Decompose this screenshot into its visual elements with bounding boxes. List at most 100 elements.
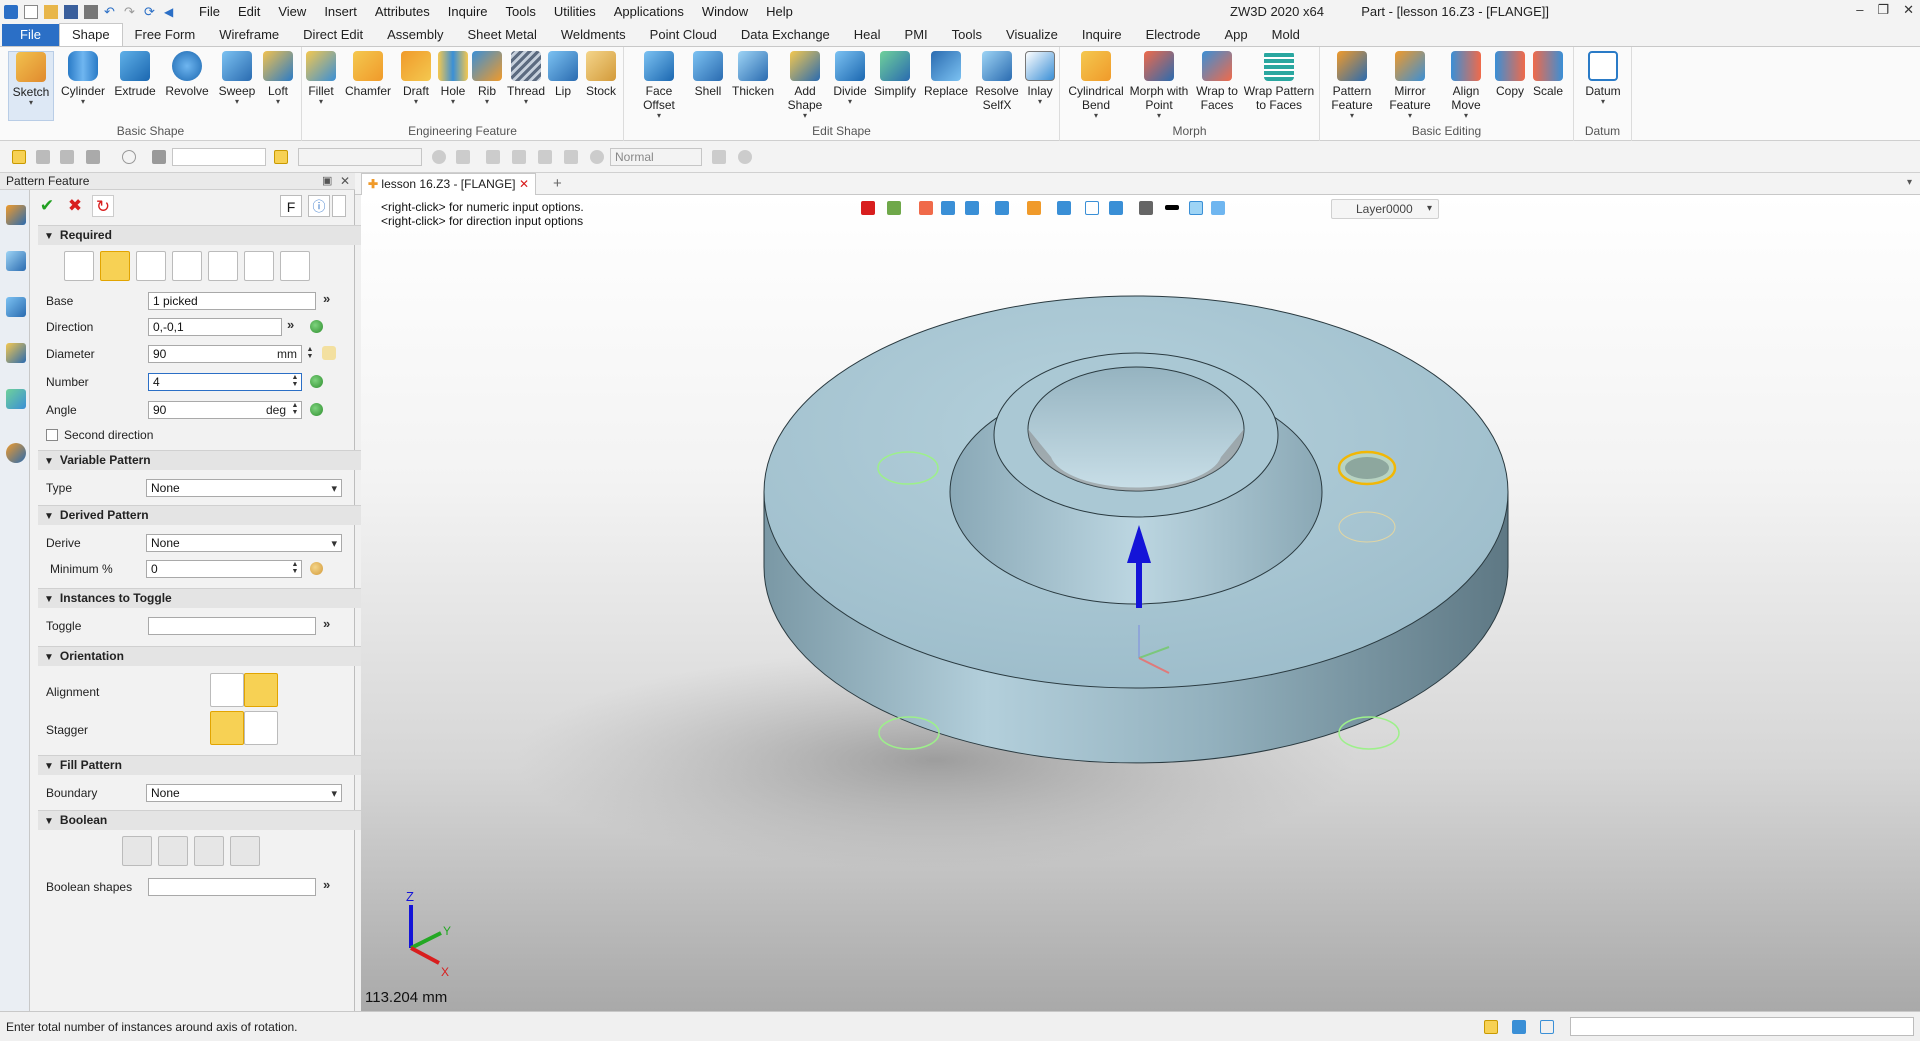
lip-button[interactable]: Lip [548, 51, 578, 98]
menu-attributes[interactable]: Attributes [366, 0, 439, 24]
line-icon[interactable] [60, 150, 74, 164]
section-boolean[interactable]: ▼ Boolean [38, 810, 382, 830]
alignment-option-1-icon[interactable] [210, 673, 244, 707]
regen-icon[interactable]: ⟳ [144, 5, 158, 19]
pin-panel-icon[interactable]: ▣ [322, 173, 332, 190]
restore-icon[interactable]: ❐ [1877, 2, 1889, 18]
hole-button[interactable]: Hole ▾ [436, 51, 470, 106]
open-folder-icon[interactable] [44, 5, 58, 19]
table-pattern-icon[interactable] [280, 251, 310, 281]
boundary-dropdown[interactable]: None ▾ [146, 784, 342, 802]
tab-mold[interactable]: Mold [1260, 24, 1312, 46]
angle-options-icon[interactable] [310, 403, 323, 416]
morph-with-point-button[interactable]: Morph with Point ▾ [1126, 51, 1192, 120]
new-file-icon[interactable] [24, 5, 38, 19]
derive-dropdown[interactable]: None ▾ [146, 534, 342, 552]
direction-options-icon[interactable] [310, 320, 323, 333]
loft-button[interactable]: Loft ▾ [258, 51, 298, 106]
tab-pmi[interactable]: PMI [893, 24, 940, 46]
tab-shape[interactable]: Shape [58, 23, 123, 46]
thread-button[interactable]: Thread ▾ [506, 51, 546, 106]
lock-icon[interactable] [322, 346, 336, 360]
pin-icon[interactable] [564, 150, 578, 164]
status-layout-icon[interactable] [1540, 1020, 1554, 1034]
pick-mode-icon[interactable] [274, 150, 288, 164]
curve-pattern-icon[interactable] [244, 251, 274, 281]
copy-button[interactable]: Copy [1492, 51, 1528, 98]
menu-utilities[interactable]: Utilities [545, 0, 605, 24]
chamfer-button[interactable]: Chamfer [342, 51, 394, 98]
base-expand-icon[interactable]: » [323, 291, 330, 306]
section-instances-toggle[interactable]: ▼ Instances to Toggle [38, 588, 382, 608]
redo-icon[interactable]: ↷ [124, 5, 138, 19]
command-input[interactable] [1570, 1017, 1914, 1036]
tab-visualize[interactable]: Visualize [994, 24, 1070, 46]
status-display-icon[interactable] [1512, 1020, 1526, 1034]
point-pattern-icon[interactable] [172, 251, 202, 281]
help-icon[interactable] [332, 195, 346, 217]
draft-button[interactable]: Draft ▾ [398, 51, 434, 106]
boolean-shapes-expand-icon[interactable]: » [323, 877, 330, 892]
flange-model[interactable]: Z Y X [361, 195, 1920, 1011]
alignment-option-2-icon[interactable] [244, 673, 278, 707]
select-box-icon[interactable] [86, 150, 100, 164]
close-icon[interactable]: ✕ [1903, 2, 1914, 18]
thicken-button[interactable]: Thicken [728, 51, 778, 98]
boolean-shapes-field[interactable] [148, 878, 316, 896]
print-icon[interactable] [84, 5, 98, 19]
tab-app[interactable]: App [1213, 24, 1260, 46]
menu-applications[interactable]: Applications [605, 0, 693, 24]
number-field[interactable]: 4 [148, 373, 302, 391]
cylinder-button[interactable]: Cylinder ▾ [58, 51, 108, 106]
divide-button[interactable]: Divide ▾ [830, 51, 870, 106]
type-dropdown[interactable]: None ▾ [146, 479, 342, 497]
datum-button[interactable]: Datum ▾ [1580, 51, 1626, 106]
apply-icon[interactable]: ↻ [92, 195, 114, 217]
tab-data-exchange[interactable]: Data Exchange [729, 24, 842, 46]
section-variable-pattern[interactable]: ▼ Variable Pattern [38, 450, 382, 470]
assembly-icon[interactable] [6, 297, 26, 317]
minimize-icon[interactable]: – [1856, 2, 1863, 18]
user-icon[interactable] [6, 443, 26, 463]
align-center-icon[interactable] [512, 150, 526, 164]
tab-direct-edit[interactable]: Direct Edit [291, 24, 375, 46]
section-required[interactable]: ▼ Required [38, 225, 382, 245]
circle-select-icon[interactable] [122, 150, 136, 164]
info-icon[interactable]: ⓘ [308, 195, 330, 217]
align-right-icon[interactable] [538, 150, 552, 164]
tab-assembly[interactable]: Assembly [375, 24, 455, 46]
image-icon[interactable] [6, 389, 26, 409]
f-button[interactable]: F [280, 195, 302, 217]
menu-window[interactable]: Window [693, 0, 757, 24]
align-left-icon[interactable] [486, 150, 500, 164]
snap-icon[interactable] [432, 150, 446, 164]
minimum-options-icon[interactable] [310, 562, 323, 575]
filter-icon[interactable] [152, 150, 166, 164]
tab-point-cloud[interactable]: Point Cloud [638, 24, 729, 46]
menu-view[interactable]: View [269, 0, 315, 24]
wrap-to-faces-button[interactable]: Wrap to Faces [1194, 51, 1240, 112]
history-icon[interactable] [6, 251, 26, 271]
inlay-button[interactable]: Inlay ▾ [1022, 51, 1058, 106]
minimum-spinner[interactable]: ▲ ▼ [290, 561, 300, 575]
tab-free-form[interactable]: Free Form [123, 24, 208, 46]
section-derived-pattern[interactable]: ▼ Derived Pattern [38, 505, 382, 525]
number-spinner[interactable]: ▲ ▼ [290, 374, 300, 388]
menu-inquire[interactable]: Inquire [439, 0, 497, 24]
direction-expand-icon[interactable]: » [287, 317, 294, 332]
sketch-button[interactable]: Sketch ▾ [8, 51, 54, 121]
tab-list-icon[interactable]: ▾ [1907, 177, 1912, 188]
part-icon[interactable] [6, 343, 26, 363]
render-mode-dropdown[interactable]: Normal [610, 148, 702, 166]
align-move-button[interactable]: Align Move ▾ [1444, 51, 1488, 120]
linear-pattern-icon[interactable] [64, 251, 94, 281]
filter-dropdown[interactable] [172, 148, 266, 166]
circular-pattern-icon[interactable] [100, 251, 130, 281]
angle-spinner[interactable]: ▲ ▼ [290, 402, 300, 416]
fillet-button[interactable]: Fillet ▾ [302, 51, 340, 106]
pick-dropdown[interactable] [298, 148, 422, 166]
extrude-button[interactable]: Extrude [112, 51, 158, 98]
face-offset-button[interactable]: Face Offset ▾ [634, 51, 684, 120]
app-logo-icon[interactable] [4, 5, 18, 19]
resolve-selfx-button[interactable]: Resolve SelfX [974, 51, 1020, 112]
